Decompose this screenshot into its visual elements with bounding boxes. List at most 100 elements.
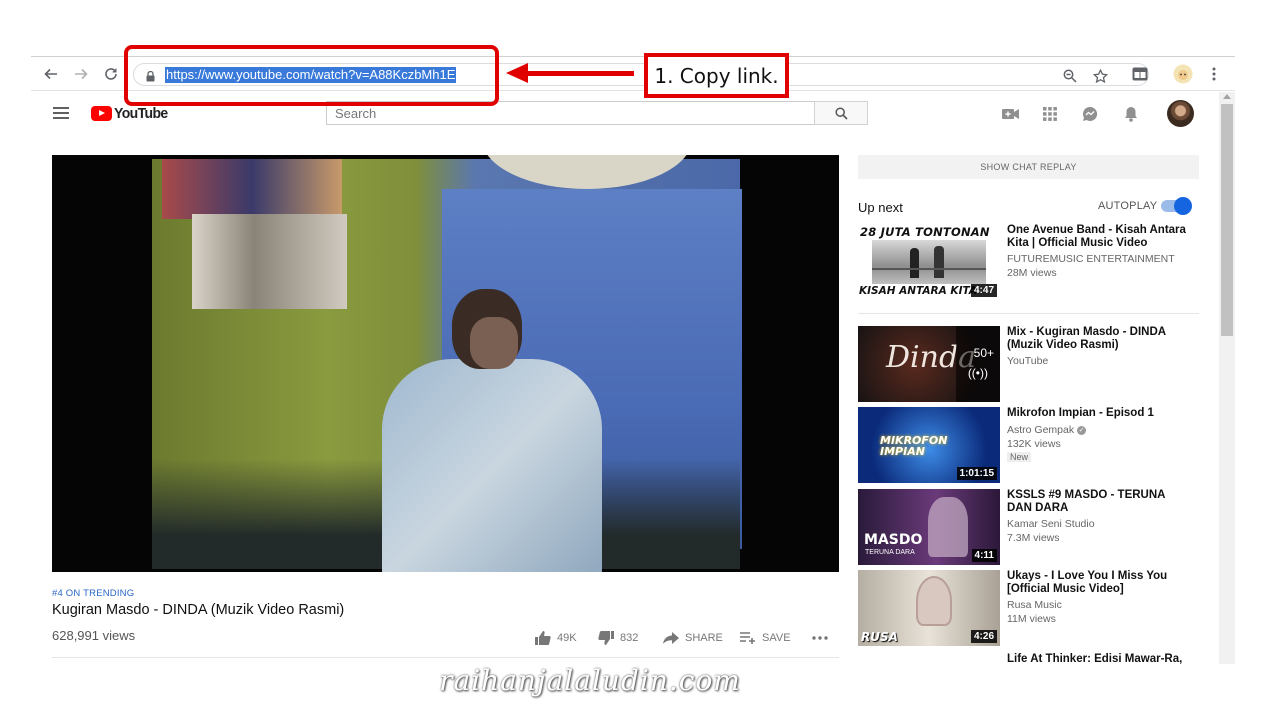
trending-link[interactable]: #4 ON TRENDING xyxy=(52,588,134,599)
duration-badge: 4:11 xyxy=(971,549,997,562)
recommendation-views: 11M views xyxy=(1007,613,1056,625)
video-thumbnail[interactable]: RUSA 4:26 xyxy=(858,570,1000,646)
channel-name[interactable]: Astro Gempak ✓ xyxy=(1007,424,1087,436)
thumbnail-bottom-text: KISAH ANTARA KITA xyxy=(859,285,977,297)
channel-name[interactable]: YouTube xyxy=(1007,355,1048,367)
zoom-icon[interactable] xyxy=(1062,68,1078,84)
like-button[interactable]: 49K xyxy=(535,629,577,647)
extension-button[interactable] xyxy=(1130,64,1150,84)
toggle-knob[interactable] xyxy=(1174,197,1192,215)
recommendation-views: 132K views xyxy=(1007,438,1061,450)
watermark: raihanjalaludin.com xyxy=(439,664,741,697)
forward-button[interactable] xyxy=(71,64,91,84)
video-lamp xyxy=(482,155,692,189)
thumbnail-text: MIKROFON IMPIAN xyxy=(880,434,948,458)
dislike-button[interactable]: 832 xyxy=(598,629,638,647)
bell-icon xyxy=(1125,107,1137,122)
autoplay-toggle[interactable] xyxy=(1161,197,1192,215)
video-poster-top xyxy=(162,159,342,219)
like-count: 49K xyxy=(557,632,577,644)
duration-badge: 1:01:15 xyxy=(956,467,997,480)
broadcast-icon: ((•)) xyxy=(967,366,988,380)
kebab-menu-icon xyxy=(1212,67,1216,81)
reload-button[interactable] xyxy=(101,64,121,84)
recommendation-title[interactable]: One Avenue Band - Kisah Antara Kita | Of… xyxy=(1007,224,1192,250)
video-poster-beatles xyxy=(192,214,347,309)
thumbnail-text: RUSA xyxy=(861,630,898,644)
dislike-count: 832 xyxy=(620,632,639,644)
notifications-button[interactable] xyxy=(1122,105,1140,123)
hamburger-menu-icon[interactable] xyxy=(53,107,69,119)
channel-name[interactable]: Rusa Music xyxy=(1007,599,1062,611)
youtube-logo[interactable]: YouTube xyxy=(91,105,168,121)
recommendation-title[interactable]: Mikrofon Impian - Episod 1 xyxy=(1007,407,1192,420)
video-camera-icon xyxy=(1001,109,1019,119)
extension-icon xyxy=(1132,67,1148,81)
reload-icon xyxy=(105,68,117,80)
search-button[interactable] xyxy=(814,101,868,125)
thumbnail-top-text: 28 JUTA TONTONAN xyxy=(860,225,990,239)
browser-window: https://www.youtube.com/watch?v=A88KczbM… xyxy=(31,56,1235,665)
thumbnail-photo xyxy=(872,240,986,284)
recommendation-item[interactable]: MASDO TERUNA DARA 4:11 KSSLS #9 MASDO - … xyxy=(858,489,1203,565)
recommendation-views: 7.3M views xyxy=(1007,532,1060,544)
recommendation-views: 28M views xyxy=(1007,267,1057,279)
thumbnail-subtext: TERUNA DARA xyxy=(865,549,915,556)
share-button[interactable]: SHARE xyxy=(663,629,723,647)
bookmark-star-icon[interactable] xyxy=(1092,68,1108,84)
messages-button[interactable] xyxy=(1081,105,1099,123)
show-chat-replay-button[interactable]: SHOW CHAT REPLAY xyxy=(858,155,1199,179)
annotation-arrow-line xyxy=(526,71,634,76)
video-thumbnail[interactable]: MIKROFON IMPIAN 1:01:15 xyxy=(858,407,1000,483)
share-label: SHARE xyxy=(685,632,723,644)
thumbs-down-icon xyxy=(598,631,614,645)
account-avatar[interactable] xyxy=(1167,100,1194,127)
profile-button[interactable] xyxy=(1173,64,1193,84)
autoplay-label: AUTOPLAY xyxy=(1098,200,1158,212)
recommendation-item[interactable]: MIKROFON IMPIAN 1:01:15 Mikrofon Impian … xyxy=(858,407,1203,483)
page-scrollbar[interactable] xyxy=(1219,92,1235,664)
recommendation-title[interactable]: Ukays - I Love You I Miss You [Official … xyxy=(1007,570,1192,596)
apps-button[interactable] xyxy=(1041,105,1059,123)
chat-bubble-icon xyxy=(1083,106,1098,121)
create-video-button[interactable] xyxy=(1001,105,1019,123)
divider xyxy=(858,313,1199,314)
up-next-heading: Up next xyxy=(858,200,903,215)
youtube-play-icon xyxy=(91,105,112,121)
recommendation-item[interactable]: RUSA 4:26 Ukays - I Love You I Miss You … xyxy=(858,570,1203,646)
recommendation-title[interactable]: KSSLS #9 MASDO - TERUNA DAN DARA xyxy=(1007,489,1192,515)
annotation-callout: 1. Copy link. xyxy=(644,53,789,98)
save-label: SAVE xyxy=(762,632,791,644)
back-button[interactable] xyxy=(41,64,61,84)
apps-grid-icon xyxy=(1043,107,1057,121)
playlist-add-icon xyxy=(740,632,756,644)
duration-badge: 4:47 xyxy=(970,284,997,297)
view-count: 628,991 views xyxy=(52,628,136,643)
save-button[interactable]: SAVE xyxy=(740,629,791,647)
back-arrow-icon xyxy=(44,68,57,80)
thumbs-up-icon xyxy=(535,631,551,645)
forward-arrow-icon xyxy=(75,68,88,80)
channel-name[interactable]: Kamar Seni Studio xyxy=(1007,518,1095,530)
share-arrow-icon xyxy=(663,632,679,644)
video-thumbnail[interactable]: 28 JUTA TONTONAN KISAH ANTARA KITA 4:47 xyxy=(858,224,1000,300)
annotation-arrow-icon xyxy=(506,63,528,83)
video-frame xyxy=(152,155,742,572)
channel-name[interactable]: FUTUREMUSIC ENTERTAINMENT xyxy=(1007,253,1175,265)
video-thumbnail[interactable]: Dinda 50+ ((•)) xyxy=(858,326,1000,402)
profile-avatar-icon xyxy=(1173,64,1193,84)
video-player[interactable] xyxy=(52,155,839,572)
thumbnail-text: MASDO xyxy=(864,532,923,548)
search-icon xyxy=(834,106,848,120)
recommendation-title[interactable]: Mix - Kugiran Masdo - DINDA (Muzik Video… xyxy=(1007,326,1192,352)
scroll-up-arrow-icon[interactable] xyxy=(1223,94,1231,99)
recommendation-item[interactable]: Dinda 50+ ((•)) Mix - Kugiran Masdo - DI… xyxy=(858,326,1203,402)
video-person xyxy=(362,289,622,572)
recommendation-item[interactable]: 28 JUTA TONTONAN KISAH ANTARA KITA 4:47 … xyxy=(858,224,1203,300)
browser-menu-button[interactable] xyxy=(1204,64,1224,84)
new-badge: New xyxy=(1007,452,1032,462)
video-thumbnail[interactable]: MASDO TERUNA DARA 4:11 xyxy=(858,489,1000,565)
more-actions-button[interactable] xyxy=(812,629,834,647)
divider xyxy=(52,657,839,658)
scrollbar-thumb[interactable] xyxy=(1221,104,1233,336)
